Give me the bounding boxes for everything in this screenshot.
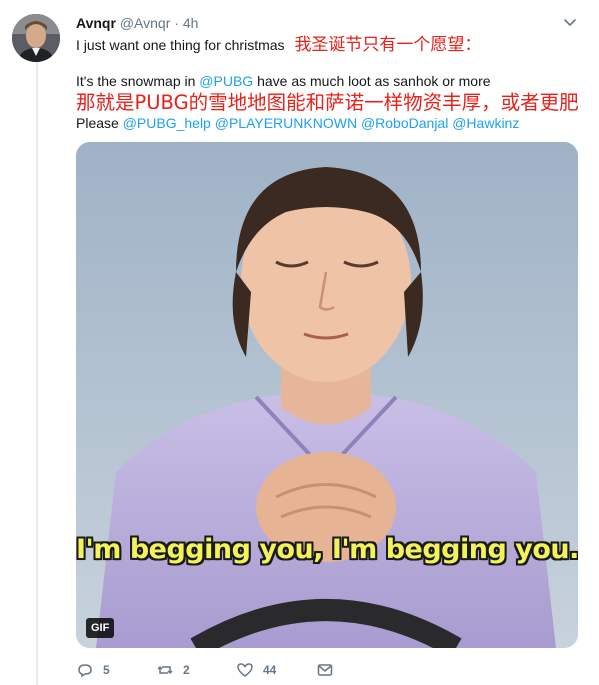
message-button[interactable] <box>316 660 334 680</box>
mention-link[interactable]: @PLAYERUNKNOWN <box>215 115 357 131</box>
author-handle[interactable]: @Avnqr <box>120 15 171 31</box>
like-icon <box>237 663 253 677</box>
reply-icon <box>78 664 92 678</box>
tweet-text: It's the snowmap in <box>76 73 200 89</box>
mention-link[interactable]: @RoboDanjal <box>361 115 448 131</box>
translation-annotation: 我圣诞节只有一个愿望： <box>294 35 482 55</box>
author-name[interactable]: Avnqr <box>76 15 116 31</box>
like-count: 44 <box>263 663 277 677</box>
reply-count: 5 <box>103 663 110 677</box>
retweet-icon <box>157 665 173 675</box>
retweet-count: 2 <box>183 663 190 677</box>
gif-badge: GIF <box>86 618 115 638</box>
translation-annotation: 那就是PUBG的雪地地图能和萨诺一样物资丰厚，或者更肥 <box>76 91 579 114</box>
mention-link[interactable]: @PUBG <box>199 73 253 89</box>
tweet-text: I just want one thing for christmas <box>76 37 285 53</box>
separator: · <box>174 15 179 31</box>
reply-button[interactable]: 5 <box>76 660 110 680</box>
tweet-header: Avnqr @Avnqr · 4h <box>76 14 198 32</box>
tweet-text: Please <box>76 115 123 131</box>
tweet-line-3: Please @PUBG_help @PLAYERUNKNOWN @RoboDa… <box>76 114 519 132</box>
tweet-text: have as much loot as sanhok or more <box>253 73 491 89</box>
gif-media[interactable]: I'm begging you, I'm begging you. GIF <box>76 142 578 648</box>
thread-line <box>36 60 38 685</box>
retweet-button[interactable]: 2 <box>156 660 190 680</box>
tweet-line-1: I just want one thing for christmas 我圣诞节… <box>76 36 481 54</box>
like-button[interactable]: 44 <box>236 660 276 680</box>
mention-link[interactable]: @Hawkinz <box>452 115 519 131</box>
chevron-down-icon[interactable] <box>562 14 578 30</box>
gif-frame <box>76 142 578 648</box>
message-icon <box>317 664 333 676</box>
avatar[interactable] <box>12 14 60 62</box>
mention-link[interactable]: @PUBG_help <box>123 115 211 131</box>
gif-caption: I'm begging you, I'm begging you. <box>76 534 578 565</box>
tweet-line-2: It's the snowmap in @PUBG have as much l… <box>76 72 491 90</box>
timestamp[interactable]: 4h <box>183 15 199 31</box>
